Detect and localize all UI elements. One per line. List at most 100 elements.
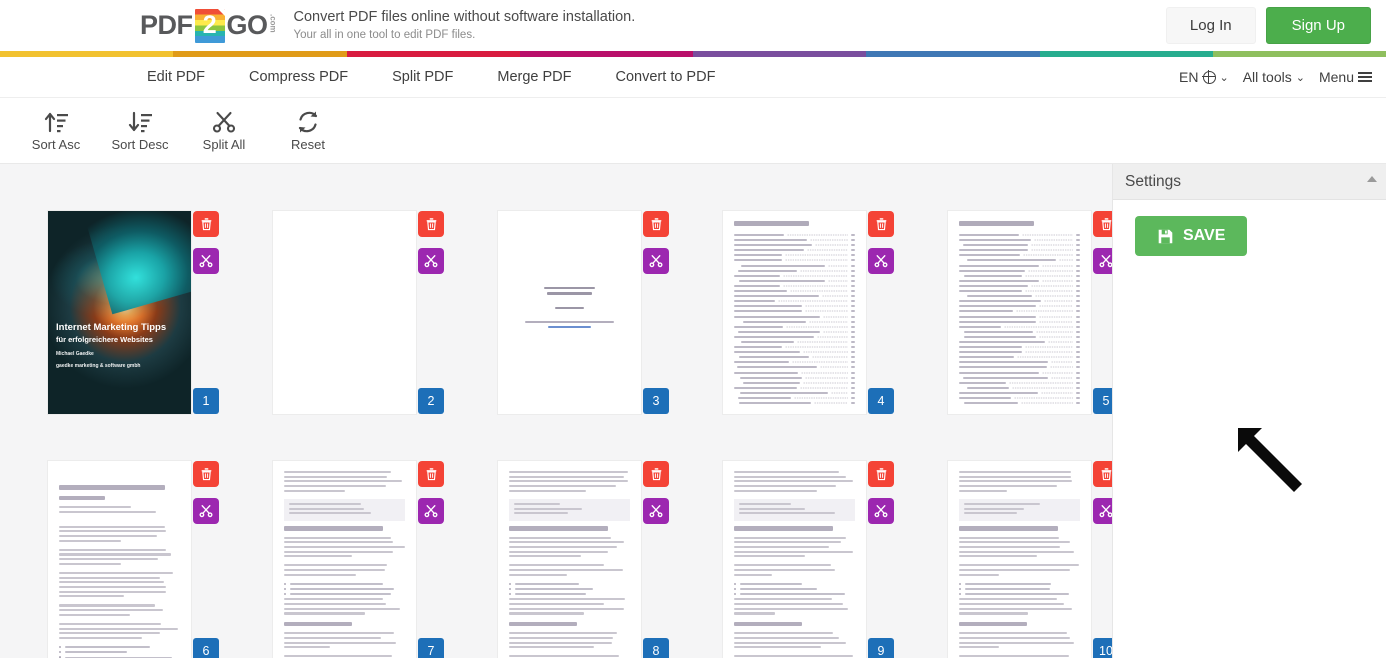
page-number-badge[interactable]: 4 [868,388,894,414]
collapse-chevron-up-icon[interactable] [1367,176,1377,182]
toc-page-number [1076,392,1080,394]
page-thumbnail[interactable] [48,461,191,658]
delete-page-button[interactable] [868,211,894,237]
logo[interactable]: PDF 2 GO .com [140,0,278,51]
toc-entry [734,321,855,323]
tool-split-all[interactable]: Split All [182,110,266,152]
text-line [734,537,846,539]
page-number-badge[interactable]: 6 [193,638,219,658]
text-line [964,503,1040,505]
trash-icon [425,217,438,231]
toc-entry [959,285,1080,287]
page-number-badge[interactable]: 2 [418,388,444,414]
text-line [959,637,1070,639]
delete-page-button[interactable] [418,211,444,237]
tool-sort-desc[interactable]: Sort Desc [98,110,182,152]
split-page-button[interactable] [418,248,444,274]
toc-entry [734,280,855,282]
text-line [509,574,567,576]
bullet-dot [509,588,511,590]
text-line [959,608,1072,610]
toc-entry [959,366,1080,368]
menu-button[interactable]: Menu [1319,69,1372,85]
text-line [734,655,853,657]
toc-leader-dots [1023,254,1073,256]
nav-link-split-pdf[interactable]: Split PDF [370,57,475,97]
page-number-badge[interactable]: 9 [868,638,894,658]
login-button[interactable]: Log In [1166,7,1256,44]
language-selector[interactable]: EN ⌄ [1179,69,1229,85]
delete-page-button[interactable] [193,461,219,487]
page-thumbnail[interactable] [723,461,866,658]
tool-reset[interactable]: Reset [266,110,350,152]
text-line [289,503,361,505]
all-tools-menu[interactable]: All tools ⌄ [1243,69,1305,85]
tool-sort-asc[interactable]: Sort Asc [14,110,98,152]
toc-entry [959,377,1080,379]
toc-entry-title [738,397,791,399]
text-line [509,637,613,639]
text-line [959,655,1069,657]
text-line [959,646,999,648]
toc-entry [959,341,1080,343]
toc-entry [959,295,1080,297]
nav-link-compress-pdf[interactable]: Compress PDF [227,57,370,97]
split-page-button[interactable] [193,498,219,524]
text-line [509,541,624,543]
delete-page-button[interactable] [193,211,219,237]
toc-page-number [851,295,855,297]
page-thumbnail[interactable] [723,211,866,414]
delete-page-button[interactable] [418,461,444,487]
page-thumbnail[interactable] [498,461,641,658]
signup-button[interactable]: Sign Up [1266,7,1371,44]
text-line [959,476,1071,478]
page-number-badge[interactable]: 7 [418,638,444,658]
save-button[interactable]: SAVE [1135,216,1247,256]
toc-entry-title [734,387,797,389]
delete-page-button[interactable] [643,211,669,237]
split-page-button[interactable] [418,498,444,524]
toc-entry [734,326,855,328]
toc-page-number [851,275,855,277]
text-line [734,569,835,571]
delete-page-button[interactable] [643,461,669,487]
toc-page-number [1076,254,1080,256]
heading-line [734,526,833,531]
delete-page-button[interactable] [868,461,894,487]
toc-page-number [851,336,855,338]
split-page-button[interactable] [643,498,669,524]
page-thumbnail[interactable] [273,461,416,658]
scissors-icon [874,254,888,268]
nav-link-convert-to-pdf[interactable]: Convert to PDF [594,57,738,97]
page-thumbnail[interactable] [948,461,1091,658]
toc-entry-title [959,341,1045,343]
split-page-button[interactable] [868,248,894,274]
thumbnail-cell: 7 [273,461,416,658]
toc-entry-title [734,295,819,297]
text-line [59,553,171,555]
toc-entry-title [734,372,798,374]
toc-entry [734,372,855,374]
toc-leader-dots [831,392,848,394]
nav-link-edit-pdf[interactable]: Edit PDF [125,57,227,97]
page-thumbnail[interactable] [948,211,1091,414]
split-page-button[interactable] [643,248,669,274]
text-line [59,563,121,565]
toc-entry [959,336,1080,338]
page-number-badge[interactable]: 8 [643,638,669,658]
split-page-button[interactable] [868,498,894,524]
toc-page-number [1076,259,1080,261]
page-thumbnail[interactable] [498,211,641,414]
toc-entry [734,244,855,246]
bullet-dot [959,593,961,595]
toc-entry [959,300,1080,302]
page-thumbnail[interactable]: Internet Marketing Tipps für erfolgreiche… [48,211,191,414]
toc-leader-dots [1025,351,1073,353]
nav-link-merge-pdf[interactable]: Merge PDF [475,57,593,97]
toc-leader-dots [1042,280,1073,282]
page-number-badge[interactable]: 1 [193,388,219,414]
page-number-badge[interactable]: 3 [643,388,669,414]
page-thumbnail[interactable] [273,211,416,414]
bullet-item [59,646,180,648]
split-page-button[interactable] [193,248,219,274]
